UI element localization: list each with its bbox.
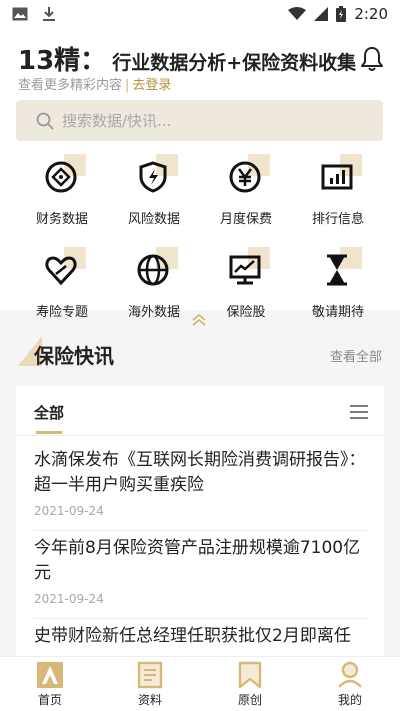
news-item-title: 水滴保发布《互联网长期险消费调研报告》：超一半用户购买重疾险 <box>34 450 366 495</box>
tab-materials[interactable]: 资料 <box>100 657 200 711</box>
divider <box>34 530 370 531</box>
login-link[interactable]: 去登录 <box>132 78 171 93</box>
news-item-title: 今年前8月保险资管产品注册规模逾7100亿元 <box>34 538 361 583</box>
home-header: 13精： 行业数据分析+保险资料收集 查看更多精彩内容 | 去登录 搜索数据/快讯.… <box>0 28 400 326</box>
menu-item-monthly-premium[interactable]: 月度保费 <box>200 154 292 227</box>
app-title: 13精： 行业数据分析+保险资料收集 <box>18 40 356 77</box>
yen-coin-icon <box>229 161 261 193</box>
category-grid: 财务数据 风险数据 月度保费 排行信息 寿险专题 海外数据 保险股 敬请期待 <box>16 154 384 320</box>
tab-indicator <box>36 431 62 434</box>
menu-item-life-insurance[interactable]: 寿险专题 <box>16 247 108 320</box>
bell-icon[interactable] <box>360 46 384 72</box>
bar-chart-icon <box>321 164 353 190</box>
bottom-tab-bar: 首页 资料 原创 我的 <box>0 656 400 711</box>
tab-label: 原创 <box>237 693 262 707</box>
search-icon <box>36 112 54 130</box>
subtitle-separator: | <box>125 78 130 93</box>
tab-label: 首页 <box>37 693 62 707</box>
divider <box>16 435 384 436</box>
user-icon <box>338 661 362 688</box>
hourglass-icon <box>327 254 347 286</box>
home-icon <box>37 662 63 688</box>
news-item-date: 2021-09-24 <box>34 592 104 606</box>
battery-icon <box>336 6 347 22</box>
menu-item-label: 月度保费 <box>219 212 272 227</box>
title-sub: 行业数据分析+保险资料收集 <box>112 52 357 74</box>
news-item-title: 史带财险新任总经理任职获批仅2月即离任 <box>34 626 351 646</box>
download-icon <box>43 7 55 21</box>
tab-mine[interactable]: 我的 <box>300 657 400 711</box>
menu-icon[interactable] <box>350 404 368 420</box>
subtitle-text: 查看更多精彩内容 <box>18 78 123 93</box>
tab-label: 我的 <box>337 693 362 707</box>
globe-icon <box>137 254 169 286</box>
news-item[interactable]: 今年前8月保险资管产品注册规模逾7100亿元 2021-09-24 <box>34 536 370 619</box>
wifi-icon <box>288 7 307 20</box>
heart-icon <box>45 256 77 286</box>
clock: 2:20 <box>354 5 388 23</box>
tab-original[interactable]: 原创 <box>200 657 300 711</box>
menu-item-insurance-stocks[interactable]: 保险股 <box>200 247 292 320</box>
status-bar: 2:20 <box>0 0 400 28</box>
menu-item-label: 风险数据 <box>127 212 180 227</box>
subtitle: 查看更多精彩内容 | 去登录 <box>18 74 171 93</box>
menu-item-label: 排行信息 <box>311 212 364 227</box>
menu-item-coming-soon[interactable]: 敬请期待 <box>292 247 384 320</box>
search-placeholder: 搜索数据/快讯... <box>62 112 172 130</box>
menu-item-overseas[interactable]: 海外数据 <box>108 247 200 320</box>
tab-all[interactable]: 全部 <box>34 402 64 423</box>
document-icon <box>137 661 163 689</box>
tab-label: 资料 <box>137 693 162 707</box>
menu-item-finance[interactable]: 财务数据 <box>16 154 108 227</box>
news-item[interactable]: 史带财险新任总经理任职获批仅2月即离任 <box>34 624 370 649</box>
menu-item-label: 财务数据 <box>35 212 88 227</box>
tab-home[interactable]: 首页 <box>0 657 100 711</box>
signal-icon <box>314 7 329 21</box>
news-title: 保险快讯 <box>34 344 114 368</box>
finance-icon <box>45 161 77 193</box>
divider <box>34 618 370 619</box>
search-bar[interactable]: 搜索数据/快讯... <box>16 100 383 141</box>
bookmark-icon <box>238 661 262 689</box>
title-main: 13精： <box>18 46 107 76</box>
view-all-link[interactable]: 查看全部 <box>330 346 382 365</box>
news-section-header: 保险快讯 查看全部 <box>0 318 400 378</box>
news-item-date: 2021-09-24 <box>34 504 104 518</box>
news-card: 全部 水滴保发布《互联网长期险消费调研报告》：超一半用户购买重疾险 2021-0… <box>16 386 384 656</box>
menu-item-ranking[interactable]: 排行信息 <box>292 154 384 227</box>
risk-shield-icon <box>139 161 167 193</box>
menu-item-risk[interactable]: 风险数据 <box>108 154 200 227</box>
news-item[interactable]: 水滴保发布《互联网长期险消费调研报告》：超一半用户购买重疾险 2021-09-2… <box>34 448 370 531</box>
image-icon <box>12 7 28 21</box>
stock-monitor-icon <box>229 255 261 285</box>
